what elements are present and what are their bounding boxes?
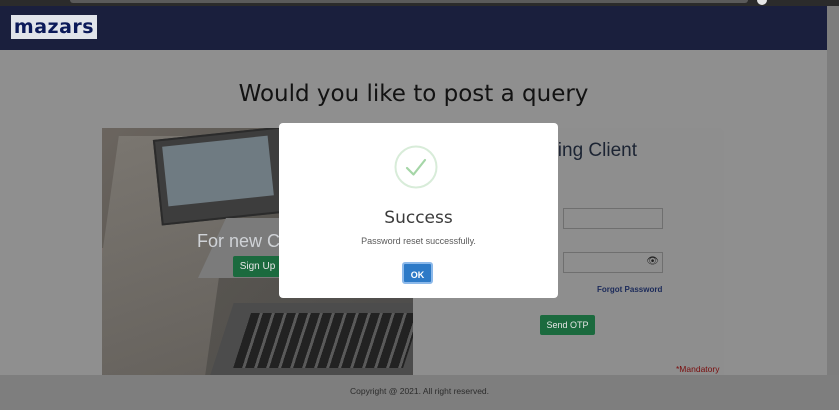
photo-keyboard-keys [233, 313, 413, 368]
eye-icon[interactable]: 👁 [646, 256, 659, 267]
success-dialog: Success Password reset successfully. OK [279, 123, 558, 298]
mazars-logo[interactable]: mazars [11, 15, 97, 39]
check-icon [394, 145, 438, 189]
dialog-message: Password reset successfully. [361, 236, 476, 246]
site-footer: Copyright @ 2021. All right reserved. [0, 375, 839, 410]
new-client-title: For new C [197, 231, 281, 251]
password-field[interactable]: 👁 [563, 252, 663, 273]
photo-laptop-screen [162, 135, 274, 207]
sign-up-button[interactable]: Sign Up [233, 256, 282, 277]
forgot-password-link[interactable]: Forgot Password [597, 285, 662, 294]
profile-icon [757, 0, 767, 5]
ok-button[interactable]: OK [402, 262, 433, 284]
send-otp-button[interactable]: Send OTP [540, 315, 595, 335]
browser-address-bar [70, 0, 748, 3]
copyright-text: Copyright @ 2021. All right reserved. [349, 386, 490, 396]
mandatory-note: *Mandatory [676, 364, 720, 374]
page-title: Would you like to post a query [238, 81, 589, 107]
site-header: mazars [0, 6, 827, 50]
email-field[interactable] [563, 208, 663, 229]
scrollbar-gutter [827, 6, 839, 410]
dialog-title: Success [384, 208, 453, 228]
